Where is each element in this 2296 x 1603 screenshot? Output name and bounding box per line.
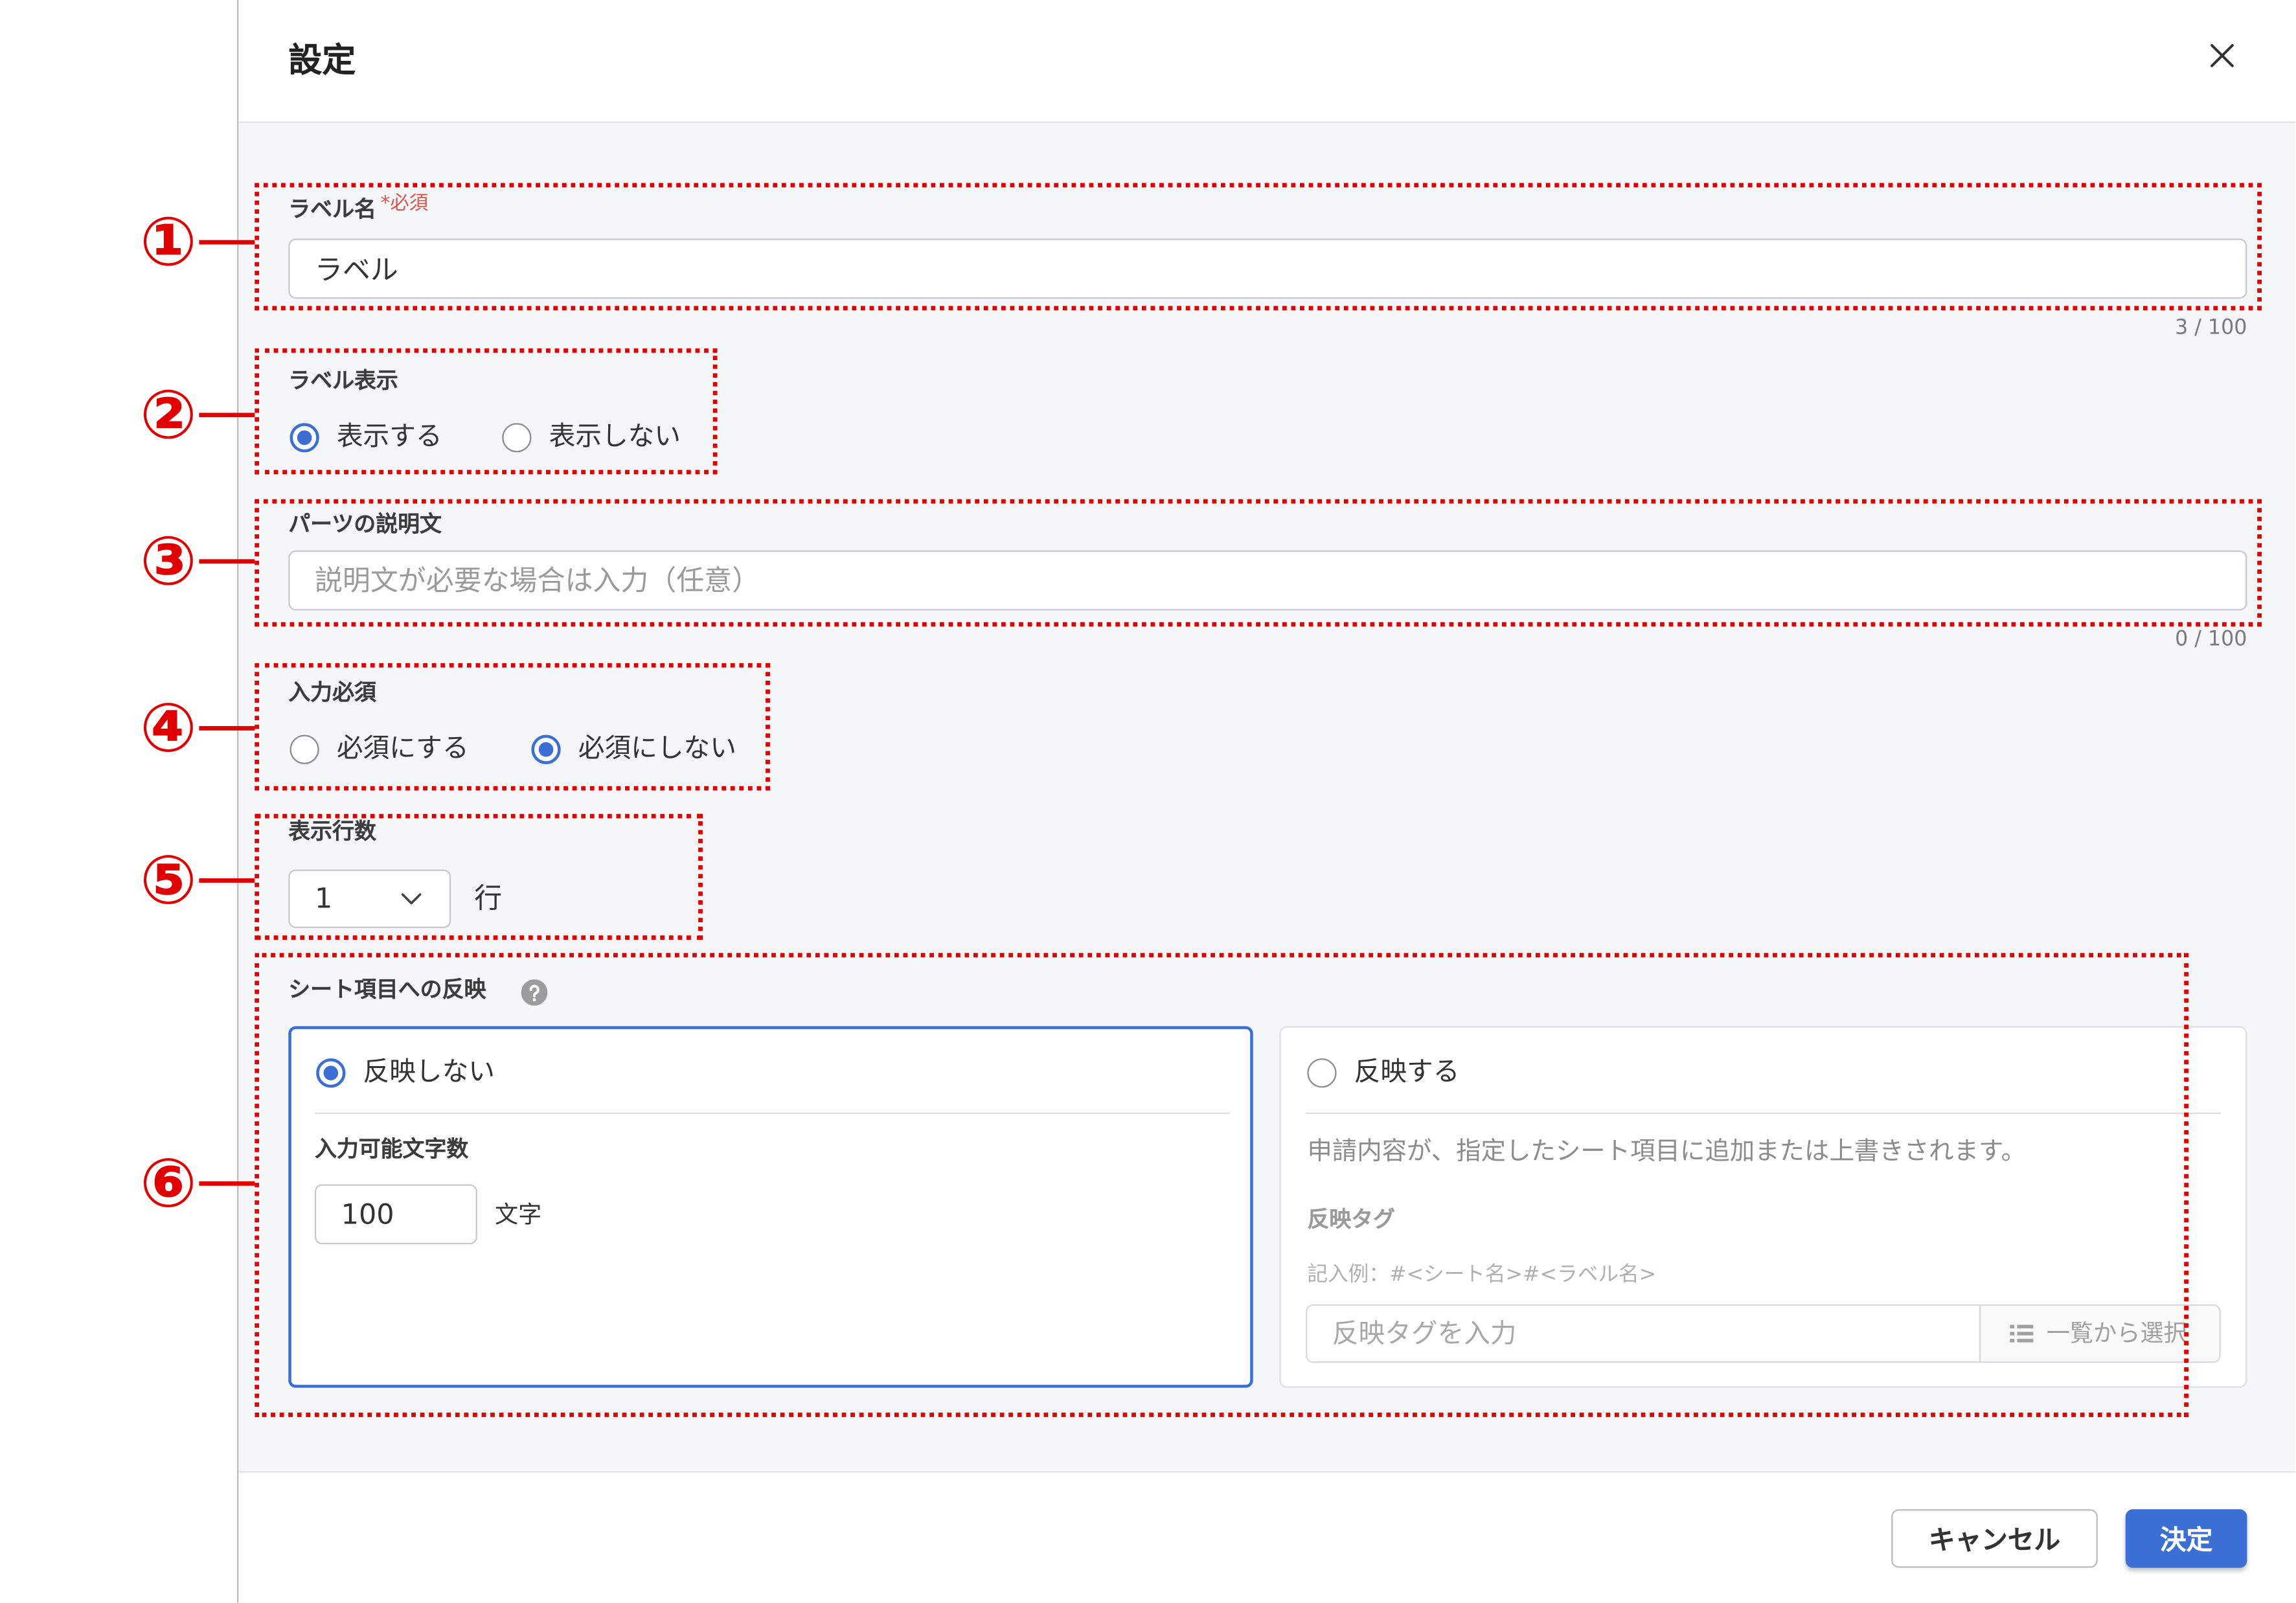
- max-chars-input[interactable]: [314, 1184, 477, 1245]
- cancel-button[interactable]: キャンセル: [1891, 1509, 2098, 1568]
- settings-dialog: 設定 ラベル名*必須 3 / 100 ラベル表示 表示する: [237, 0, 2295, 1603]
- required-option-yes[interactable]: 必須にする: [290, 732, 469, 767]
- help-icon[interactable]: [521, 979, 548, 1006]
- radio-label: 必須にする: [336, 733, 469, 764]
- radio-button[interactable]: [290, 423, 319, 453]
- label-display-option-show[interactable]: 表示する: [290, 420, 442, 455]
- required-option-no[interactable]: 必須にしない: [531, 732, 736, 767]
- reflection-option-on[interactable]: 反映する: [1307, 1056, 1459, 1091]
- radio-button[interactable]: [1307, 1058, 1337, 1088]
- label-name-label-text: ラベル名: [288, 196, 376, 223]
- list-icon: [2010, 1324, 2034, 1343]
- question-mark-icon: [521, 979, 548, 1006]
- confirm-button[interactable]: 決定: [2125, 1509, 2247, 1568]
- close-icon: [2211, 44, 2234, 67]
- description-field-label: パーツの説明文: [288, 510, 442, 538]
- annotation-marker-2: ②: [139, 374, 197, 454]
- display-rows-selected-value: 1: [314, 882, 333, 915]
- annotation-marker-5: ⑤: [139, 840, 197, 920]
- radio-label: 表示する: [336, 421, 442, 453]
- reflection-note: 申請内容が、指定したシート項目に追加または上書きされます。: [1307, 1137, 2027, 1167]
- dialog-footer: キャンセル 決定: [238, 1471, 2295, 1603]
- label-name-field-label: ラベル名 *必須: [288, 193, 429, 225]
- panel-divider: [1306, 1112, 2221, 1115]
- max-chars-unit: 文字: [494, 1200, 542, 1229]
- annotation-marker-1: ①: [139, 201, 197, 281]
- reflection-tag-label: 反映タグ: [1307, 1206, 1396, 1233]
- max-chars-label: 入力可能文字数: [314, 1135, 469, 1163]
- description-char-counter: 0 / 100: [2175, 628, 2247, 652]
- radio-label: 反映する: [1354, 1056, 1460, 1088]
- annotation-marker-6: ⑥: [139, 1143, 197, 1223]
- label-display-field-label: ラベル表示: [288, 367, 398, 394]
- reflection-tag-input[interactable]: [1307, 1306, 1979, 1361]
- display-rows-unit: 行: [474, 882, 503, 915]
- radio-label: 反映しない: [363, 1056, 495, 1088]
- select-from-list-label: 一覧から選択: [2046, 1319, 2187, 1347]
- close-button[interactable]: [2207, 41, 2236, 70]
- display-rows-select[interactable]: 1: [288, 869, 451, 928]
- radio-button[interactable]: [531, 734, 561, 764]
- no-reflection-panel[interactable]: 反映しない 入力可能文字数 文字: [288, 1026, 1253, 1388]
- label-name-char-counter: 3 / 100: [2175, 316, 2247, 340]
- required-mark: *必須: [380, 193, 429, 216]
- reflection-option-off[interactable]: 反映しない: [316, 1056, 495, 1091]
- dialog-header: 設定: [238, 0, 2295, 123]
- label-name-input[interactable]: [288, 238, 2247, 299]
- radio-button[interactable]: [316, 1058, 346, 1088]
- radio-label: 必須にしない: [578, 733, 736, 764]
- reflection-tag-input-group: 一覧から選択: [1306, 1304, 2221, 1363]
- screen: 設定 ラベル名*必須 3 / 100 ラベル表示 表示する: [0, 0, 2295, 1603]
- dialog-body: ラベル名*必須 3 / 100 ラベル表示 表示する 表示しない パーツの説明文…: [238, 122, 2295, 1472]
- sheet-reflection-field-label: シート項目への反映: [288, 976, 486, 1003]
- radio-label: 表示しない: [549, 421, 681, 453]
- radio-button[interactable]: [502, 423, 532, 453]
- reflection-tag-example: 記入例：#<シート名>#<ラベル名>: [1307, 1263, 1657, 1287]
- panel-divider: [314, 1112, 1230, 1115]
- select-from-list-button[interactable]: 一覧から選択: [1979, 1306, 2220, 1361]
- radio-button[interactable]: [290, 734, 319, 764]
- required-field-label: 入力必須: [288, 679, 376, 706]
- display-rows-field-label: 表示行数: [288, 818, 376, 845]
- dialog-title: 設定: [288, 42, 356, 81]
- label-display-option-hide[interactable]: 表示しない: [502, 420, 681, 455]
- description-input[interactable]: [288, 550, 2247, 611]
- annotation-marker-4: ④: [139, 688, 197, 767]
- chevron-down-icon: [401, 893, 422, 905]
- annotation-marker-3: ③: [139, 521, 197, 600]
- reflection-panel[interactable]: 反映する 申請内容が、指定したシート項目に追加または上書きされます。 反映タグ …: [1279, 1026, 2247, 1388]
